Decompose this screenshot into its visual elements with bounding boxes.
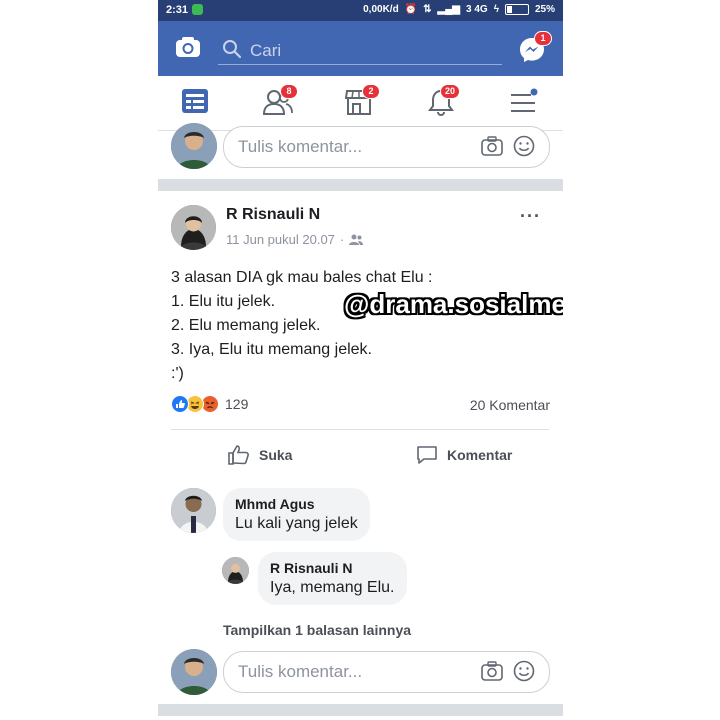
post-text: 3 alasan DIA gk mau bales chat Elu : 1. … <box>171 266 432 386</box>
meta-separator: · <box>339 232 345 247</box>
phone-screen: 2:31 0,00K/d ⏰ ⇅ ▂▄▆ 3 4G ϟ 25% Cari 1 8… <box>158 0 563 720</box>
post-author-name[interactable]: R Risnauli N <box>226 206 320 224</box>
post-line: :') <box>171 365 184 382</box>
search-icon <box>223 40 242 59</box>
comment-button[interactable]: Komentar <box>415 443 512 467</box>
friends-badge: 8 <box>280 84 298 99</box>
menu-icon <box>511 88 538 112</box>
status-right: 0,00K/d ⏰ ⇅ ▂▄▆ 3 4G ϟ 25% <box>363 4 555 15</box>
whatsapp-notification-icon <box>192 4 203 15</box>
like-label: Suka <box>259 447 293 463</box>
thumbs-up-icon <box>228 445 249 465</box>
friends-privacy-icon <box>349 234 364 245</box>
reaction-count: 129 <box>225 396 249 412</box>
comment-placeholder: Tulis komentar... <box>238 662 363 681</box>
post-author-avatar[interactable] <box>171 205 216 250</box>
user-avatar <box>171 649 217 695</box>
comment-placeholder: Tulis komentar... <box>238 137 363 156</box>
post-divider <box>171 429 549 430</box>
messenger-badge: 1 <box>534 31 552 46</box>
like-reaction-icon <box>171 395 189 413</box>
post-options-icon[interactable]: ··· <box>520 206 541 227</box>
comment-icon <box>417 446 437 464</box>
signal-icon: ▂▄▆ <box>437 4 460 15</box>
reactions-summary[interactable]: 129 <box>171 395 248 413</box>
comment-bubble[interactable]: Mhmd Agus Lu kali yang jelek <box>223 488 370 541</box>
reply-author-avatar[interactable] <box>222 557 249 584</box>
reply-author[interactable]: R Risnauli N <box>270 560 395 576</box>
comment-input-top[interactable]: Tulis komentar... <box>223 126 550 168</box>
alarm-icon: ⏰ <box>404 4 418 15</box>
tab-notifications[interactable]: 20 <box>426 84 462 119</box>
post-line: 3 alasan DIA gk mau bales chat Elu : <box>171 269 433 286</box>
status-time: 2:31 <box>166 4 189 16</box>
tab-friends[interactable]: 8 <box>262 84 298 119</box>
commenter-avatar[interactable] <box>171 488 216 533</box>
post-date[interactable]: 11 Jun pukul 20.07 <box>226 232 335 247</box>
network-speed: 0,00K/d <box>363 4 399 15</box>
comment-count[interactable]: 20 Komentar <box>470 397 550 413</box>
camera-icon[interactable] <box>175 36 201 58</box>
battery-percent: 25% <box>534 4 555 15</box>
user-avatar <box>171 123 217 169</box>
messenger-button[interactable]: 1 <box>517 31 552 65</box>
carrier-label: 3 4G <box>466 4 488 15</box>
tab-news-feed[interactable] <box>180 87 216 119</box>
search-placeholder: Cari <box>250 41 282 60</box>
feed-separator <box>158 179 563 191</box>
camera-icon[interactable] <box>481 661 503 681</box>
post-meta: 11 Jun pukul 20.07 · <box>226 232 364 247</box>
emoji-icon[interactable] <box>513 135 535 157</box>
watermark-text: @drama.sosialmedia <box>344 289 563 319</box>
search-bar[interactable]: Cari <box>218 37 502 65</box>
camera-icon[interactable] <box>481 136 503 156</box>
feed-separator <box>158 704 563 716</box>
nav-tabs: 8 2 20 <box>158 76 563 131</box>
reply-bubble[interactable]: R Risnauli N Iya, memang Elu. <box>258 552 407 605</box>
status-bar: 2:31 0,00K/d ⏰ ⇅ ▂▄▆ 3 4G ϟ 25% <box>158 0 563 21</box>
like-button[interactable]: Suka <box>227 443 292 467</box>
battery-icon <box>504 4 529 15</box>
battery-fill <box>506 6 512 13</box>
marketplace-badge: 2 <box>362 84 380 99</box>
top-bar: Cari 1 <box>158 21 563 76</box>
tab-marketplace[interactable]: 2 <box>344 84 380 119</box>
data-transfer-icon: ⇅ <box>423 4 432 15</box>
comment-input-bottom[interactable]: Tulis komentar... <box>223 651 550 693</box>
show-more-replies-link[interactable]: Tampilkan 1 balasan lainnya <box>223 622 411 638</box>
charging-icon: ϟ <box>493 4 499 15</box>
emoji-icon[interactable] <box>513 660 535 682</box>
tab-menu[interactable] <box>508 87 544 119</box>
notifications-badge: 20 <box>440 84 461 99</box>
reply-text: Iya, memang Elu. <box>270 579 395 596</box>
post-line: 3. Iya, Elu itu memang jelek. <box>171 341 372 358</box>
comment-label: Komentar <box>447 447 513 463</box>
comment-text: Lu kali yang jelek <box>235 515 358 532</box>
comment-author[interactable]: Mhmd Agus <box>235 496 358 512</box>
news-feed-icon <box>182 89 208 113</box>
